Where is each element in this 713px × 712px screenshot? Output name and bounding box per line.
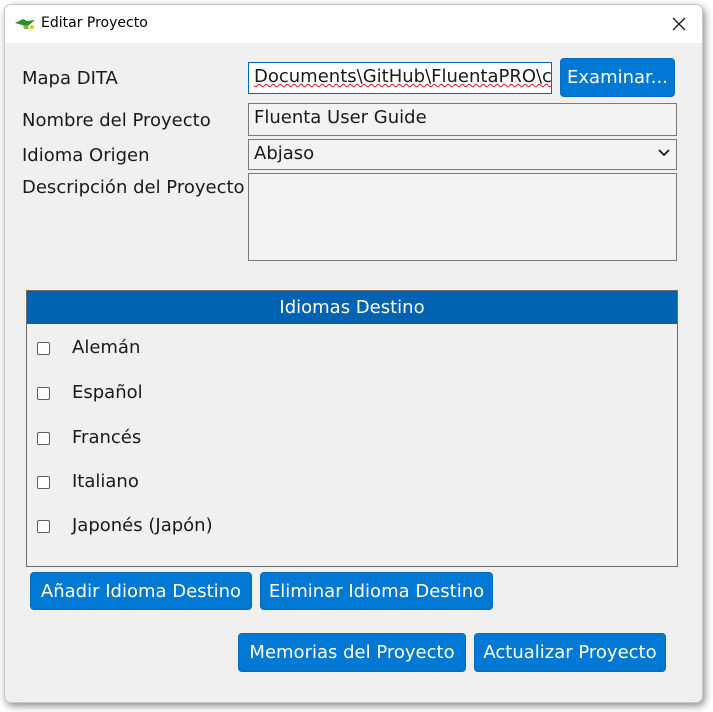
project-description-label: Descripción del Proyecto [22, 177, 245, 198]
target-language-checkbox[interactable] [37, 476, 50, 489]
target-language-checkbox[interactable] [37, 342, 50, 355]
close-icon [672, 17, 686, 31]
target-language-checkbox[interactable] [37, 520, 50, 533]
project-memories-button[interactable]: Memorias del Proyecto [238, 633, 466, 672]
target-language-label: Japonés (Japón) [72, 515, 213, 536]
target-language-row[interactable]: Alemán [27, 334, 677, 364]
target-languages-panel: Idiomas Destino Alemán Español Francés I… [26, 290, 678, 567]
target-languages-header: Idiomas Destino [27, 291, 677, 324]
source-language-select[interactable]: Abjaso [248, 139, 677, 170]
target-language-label: Español [72, 382, 143, 403]
target-language-checkbox[interactable] [37, 432, 50, 445]
target-language-row[interactable]: Japonés (Japón) [27, 512, 677, 542]
project-name-field[interactable]: Fluenta User Guide [248, 103, 677, 136]
add-target-language-button[interactable]: Añadir Idioma Destino [30, 572, 252, 610]
target-language-label: Francés [72, 427, 142, 448]
target-language-row[interactable]: Español [27, 379, 677, 409]
remove-target-language-button[interactable]: Eliminar Idioma Destino [260, 572, 493, 610]
project-name-value: Fluenta User Guide [254, 107, 427, 128]
dita-map-field[interactable]: Documents\GitHub\FluentaPRO\c [248, 62, 552, 94]
edit-project-dialog: Editar Proyecto Mapa DITA Documents\GitH… [4, 4, 703, 703]
target-language-label: Italiano [72, 471, 139, 492]
window-title: Editar Proyecto [41, 15, 148, 31]
project-name-label: Nombre del Proyecto [22, 110, 211, 131]
source-language-value: Abjaso [254, 143, 315, 164]
target-language-row[interactable]: Francés [27, 424, 677, 454]
project-description-textarea[interactable] [248, 173, 677, 261]
dita-map-label: Mapa DITA [22, 68, 118, 89]
chevron-down-icon [658, 149, 670, 157]
target-language-label: Alemán [72, 337, 141, 358]
target-language-row[interactable]: Italiano [27, 468, 677, 498]
title-bar[interactable]: Editar Proyecto [5, 5, 702, 43]
dita-map-value: Documents\GitHub\FluentaPRO\c [254, 66, 552, 87]
update-project-button[interactable]: Actualizar Proyecto [474, 633, 666, 672]
close-button[interactable] [656, 5, 702, 43]
source-language-label: Idioma Origen [22, 145, 150, 166]
browse-button[interactable]: Examinar... [560, 58, 675, 97]
target-language-checkbox[interactable] [37, 387, 50, 400]
fluenta-app-icon [15, 19, 35, 29]
